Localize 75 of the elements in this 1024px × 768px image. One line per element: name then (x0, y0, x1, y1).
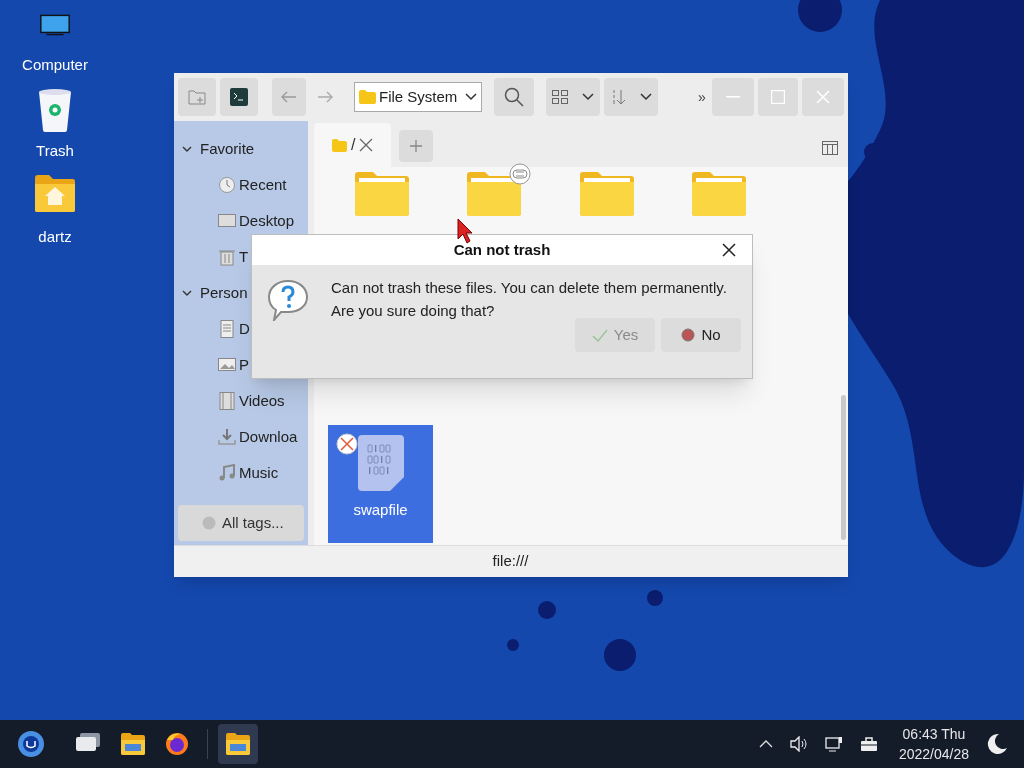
close-icon[interactable] (722, 243, 736, 257)
maximize-icon (771, 90, 785, 104)
search-button[interactable] (494, 78, 534, 116)
volume-icon[interactable] (789, 736, 808, 752)
ink-drop (798, 0, 842, 32)
stop-icon (681, 328, 696, 342)
caret-icon (582, 93, 594, 101)
no-button[interactable]: No (661, 318, 741, 352)
document-icon (218, 320, 236, 338)
ink-drop (507, 639, 519, 651)
checkmark-icon (591, 328, 608, 342)
folder-icon (120, 731, 146, 757)
desktop-icon-label[interactable]: Trash (36, 142, 74, 160)
grid-view-icon (552, 90, 568, 104)
search-icon (504, 87, 524, 107)
desktop-icon (218, 212, 236, 230)
status-bar-path: file:/// (492, 551, 529, 572)
chevron-up-icon[interactable] (758, 740, 773, 748)
overflow-button[interactable]: » (696, 86, 708, 108)
sidebar-item[interactable]: Videos (174, 383, 308, 419)
moon-icon[interactable] (986, 733, 1008, 755)
view-mode-button[interactable] (546, 78, 600, 116)
browser-icon (164, 731, 190, 757)
mouse-pointer-icon (457, 218, 473, 244)
tab[interactable]: / (314, 123, 392, 167)
minimize-icon (726, 96, 740, 98)
video-icon (218, 392, 236, 410)
columns-icon[interactable] (822, 141, 838, 155)
close-icon (816, 90, 830, 104)
sidebar-section-label[interactable]: Person (200, 281, 248, 305)
dialog-message: Can not trash these files. You can delete them permanently. Are you sure doing that? (331, 278, 727, 321)
ink-drop (647, 590, 663, 606)
sort-icon (610, 89, 626, 105)
sidebar-item[interactable]: Desktop (174, 203, 308, 239)
ink-drop (604, 639, 636, 671)
folder-icon (359, 90, 376, 104)
briefcase-icon[interactable] (859, 736, 878, 752)
sidebar-item[interactable]: Music (174, 455, 308, 491)
question-bubble-icon (267, 279, 309, 321)
scrollbar[interactable] (841, 395, 846, 540)
new-folder-icon (188, 89, 206, 105)
start-menu-icon[interactable] (17, 730, 45, 758)
recent-icon (218, 176, 236, 194)
all-tags-button[interactable]: All tags... (178, 505, 304, 541)
location-dropdown[interactable]: File System (354, 82, 482, 112)
caret-icon (465, 93, 477, 101)
network-icon[interactable] (824, 736, 843, 752)
caret-icon (640, 93, 652, 101)
sidebar-section-label[interactable]: Favorite (200, 137, 255, 161)
plus-icon (409, 139, 424, 153)
picture-icon (218, 356, 236, 374)
sidebar-item[interactable]: P (174, 347, 308, 383)
dialog-title: Can not trash (453, 239, 551, 260)
terminal-icon (230, 88, 248, 106)
sidebar-item[interactable]: Recent (174, 167, 308, 203)
sidebar-item[interactable]: T (174, 239, 308, 275)
terminal-button[interactable] (220, 78, 258, 116)
folder-icon (225, 731, 251, 757)
desktop-icon-label[interactable]: dartz (38, 228, 72, 246)
download-icon (218, 428, 236, 446)
trash-icon (218, 248, 236, 266)
file-tile[interactable]: swapfile (328, 425, 433, 543)
ink-drop (538, 601, 556, 619)
desktop-icon-label[interactable]: Computer (22, 56, 88, 74)
clock-date[interactable]: 2022/04/28 (898, 744, 969, 764)
sidebar-item[interactable]: D (174, 311, 308, 347)
binary-file-icon (357, 435, 404, 491)
tag-dot-icon (202, 516, 216, 530)
forward-arrow-icon (317, 91, 333, 103)
clock-time[interactable]: 06:43 Thu (902, 724, 966, 744)
folder-icon (332, 138, 347, 152)
sidebar-item[interactable]: Downloa (174, 419, 308, 455)
music-icon (218, 464, 236, 482)
taskbar-app-button[interactable] (218, 724, 258, 764)
back-arrow-icon (281, 91, 297, 103)
